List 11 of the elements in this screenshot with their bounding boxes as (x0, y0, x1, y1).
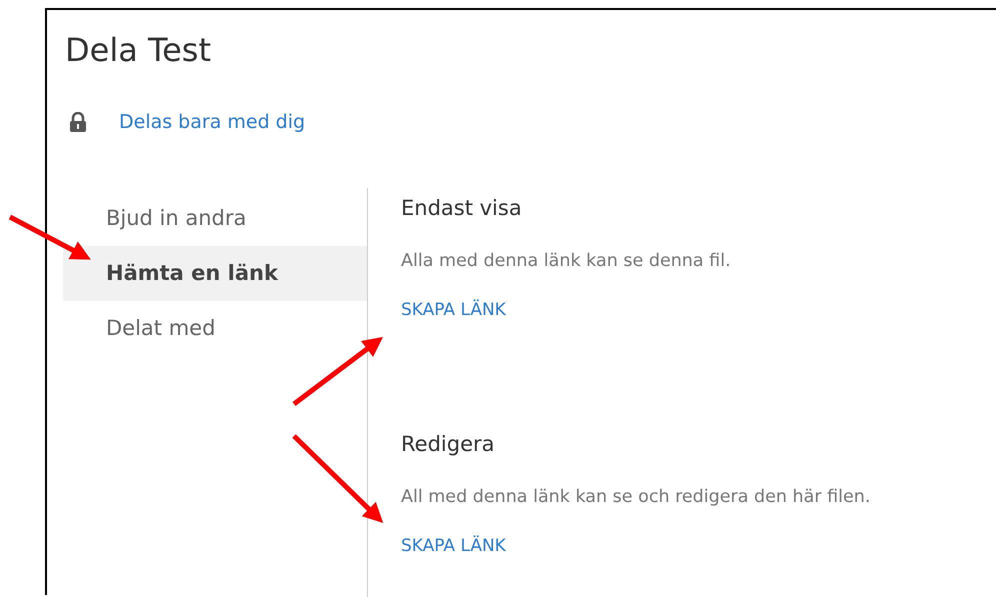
section-description: All med denna länk kan se och redigera den här filen. (401, 486, 870, 509)
nav-item[interactable]: Bjud in andra (63, 191, 367, 246)
nav-item[interactable]: Hämta en länk (63, 246, 367, 301)
sharing-link[interactable]: Delas bara med dig (119, 111, 306, 133)
nav-item[interactable]: Delat med (63, 301, 367, 356)
section-heading: Endast visa (401, 195, 523, 222)
section-description: Alla med denna länk kan se denna fil. (401, 250, 732, 273)
create-link[interactable]: SKAPA LÄNK (401, 298, 506, 322)
section-heading: Redigera (401, 431, 496, 458)
create-link[interactable]: SKAPA LÄNK (401, 534, 506, 558)
dialog-title: Dela Test (64, 30, 212, 70)
